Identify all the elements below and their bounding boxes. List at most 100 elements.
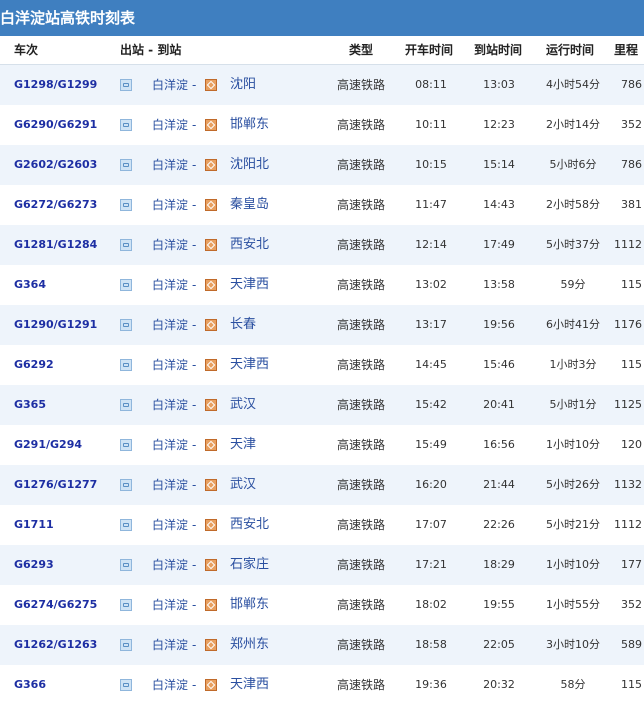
departure-time: 18:02: [415, 598, 447, 611]
pass-station-icon: [120, 559, 132, 571]
arrival-time: 17:49: [483, 238, 515, 251]
train-number-link[interactable]: G1298/G1299: [14, 65, 97, 105]
distance: 589: [621, 638, 642, 651]
train-number-link[interactable]: G6290/G6291: [14, 105, 97, 145]
arrival-station-link[interactable]: 武汉: [230, 465, 256, 505]
table-row: G366 白洋淀 - 天津西 高速铁路 19:36 20:32 58分 115: [0, 665, 644, 705]
train-type: 高速铁路: [337, 438, 386, 452]
departure-station-link[interactable]: 白洋淀: [152, 105, 188, 145]
pass-station-icon: [120, 519, 132, 531]
train-number-link[interactable]: G1290/G1291: [14, 305, 97, 345]
train-number-link[interactable]: G365: [14, 385, 46, 425]
departure-station-link[interactable]: 白洋淀: [152, 625, 188, 665]
travel-duration: 1小时3分: [549, 358, 597, 371]
header-departure: 开车时间: [405, 43, 454, 57]
pass-station-icon: [120, 279, 132, 291]
route-separator: -: [192, 478, 197, 492]
route-separator: -: [192, 558, 197, 572]
departure-station-link[interactable]: 白洋淀: [152, 585, 188, 625]
travel-duration: 59分: [560, 278, 586, 291]
arrival-station-link[interactable]: 沈阳: [230, 65, 256, 105]
departure-time: 17:21: [415, 558, 447, 571]
arrival-station-link[interactable]: 西安北: [230, 225, 269, 265]
departure-station-link[interactable]: 白洋淀: [152, 465, 188, 505]
travel-duration: 2小时58分: [546, 198, 600, 211]
pass-station-icon: [120, 639, 132, 651]
departure-time: 15:49: [415, 438, 447, 451]
arrival-station-link[interactable]: 天津西: [230, 345, 269, 385]
train-number-link[interactable]: G6292: [14, 345, 54, 385]
departure-station-link[interactable]: 白洋淀: [152, 145, 188, 185]
arrival-station-link[interactable]: 天津西: [230, 665, 269, 705]
table-row: G365 白洋淀 - 武汉 高速铁路 15:42 20:41 5小时1分 1125: [0, 385, 644, 425]
arrival-station-link[interactable]: 沈阳北: [230, 145, 269, 185]
terminal-station-icon: [205, 319, 217, 331]
train-number-link[interactable]: G1276/G1277: [14, 465, 97, 505]
pass-station-icon: [120, 319, 132, 331]
terminal-station-icon: [205, 119, 217, 131]
arrival-station-link[interactable]: 长春: [230, 305, 256, 345]
departure-station-link[interactable]: 白洋淀: [152, 225, 188, 265]
departure-station-link[interactable]: 白洋淀: [152, 425, 188, 465]
departure-station-link[interactable]: 白洋淀: [152, 385, 188, 425]
train-number-link[interactable]: G6274/G6275: [14, 585, 97, 625]
table-row: G1711 白洋淀 - 西安北 高速铁路 17:07 22:26 5小时21分 1112: [0, 505, 644, 545]
distance: 1125: [614, 398, 642, 411]
departure-station-link[interactable]: 白洋淀: [152, 265, 188, 305]
distance: 120: [621, 438, 642, 451]
departure-station-link[interactable]: 白洋淀: [152, 305, 188, 345]
arrival-station-link[interactable]: 邯郸东: [230, 105, 269, 145]
departure-station-link[interactable]: 白洋淀: [152, 65, 188, 105]
train-number-link[interactable]: G1711: [14, 505, 54, 545]
arrival-station-link[interactable]: 石家庄: [230, 545, 269, 585]
train-number-link[interactable]: G1262/G1263: [14, 625, 97, 665]
arrival-station-link[interactable]: 郑州东: [230, 625, 269, 665]
departure-station-link[interactable]: 白洋淀: [152, 345, 188, 385]
departure-station-link[interactable]: 白洋淀: [152, 185, 188, 225]
route-separator: -: [192, 118, 197, 132]
arrival-station-link[interactable]: 西安北: [230, 505, 269, 545]
departure-station-link[interactable]: 白洋淀: [152, 665, 188, 705]
train-number-link[interactable]: G366: [14, 665, 46, 705]
departure-station-link[interactable]: 白洋淀: [152, 545, 188, 585]
table-row: G6292 白洋淀 - 天津西 高速铁路 14:45 15:46 1小时3分 115: [0, 345, 644, 385]
pass-station-icon: [120, 159, 132, 171]
travel-duration: 5小时37分: [546, 238, 600, 251]
arrival-station-link[interactable]: 天津: [230, 425, 256, 465]
train-number-link[interactable]: G6293: [14, 545, 54, 585]
arrival-time: 19:55: [483, 598, 515, 611]
terminal-station-icon: [205, 639, 217, 651]
header-type: 类型: [349, 43, 374, 57]
train-number-link[interactable]: G364: [14, 265, 46, 305]
arrival-time: 18:29: [483, 558, 515, 571]
train-number-link[interactable]: G291/G294: [14, 425, 82, 465]
train-type: 高速铁路: [337, 558, 386, 572]
arrival-time: 22:26: [483, 518, 515, 531]
arrival-time: 15:46: [483, 358, 515, 371]
arrival-station-link[interactable]: 武汉: [230, 385, 256, 425]
table-row: G291/G294 白洋淀 - 天津 高速铁路 15:49 16:56 1小时10分 120: [0, 425, 644, 465]
terminal-station-icon: [205, 359, 217, 371]
train-number-link[interactable]: G6272/G6273: [14, 185, 97, 225]
train-number-link[interactable]: G1281/G1284: [14, 225, 97, 265]
route-separator: -: [192, 518, 197, 532]
terminal-station-icon: [205, 199, 217, 211]
distance: 115: [621, 678, 642, 691]
terminal-station-icon: [205, 279, 217, 291]
train-type: 高速铁路: [337, 598, 386, 612]
route-separator: -: [192, 158, 197, 172]
train-type: 高速铁路: [337, 478, 386, 492]
arrival-station-link[interactable]: 天津西: [230, 265, 269, 305]
train-type: 高速铁路: [337, 158, 386, 172]
arrival-station-link[interactable]: 邯郸东: [230, 585, 269, 625]
distance: 115: [621, 278, 642, 291]
arrival-time: 14:43: [483, 198, 515, 211]
arrival-station-link[interactable]: 秦皇岛: [230, 185, 269, 225]
terminal-station-icon: [205, 599, 217, 611]
pass-station-icon: [120, 199, 132, 211]
table-row: G2602/G2603 白洋淀 - 沈阳北 高速铁路 10:15 15:14 5小时6分 786: [0, 145, 644, 185]
departure-station-link[interactable]: 白洋淀: [152, 505, 188, 545]
arrival-time: 22:05: [483, 638, 515, 651]
travel-duration: 3小时10分: [546, 638, 600, 651]
train-number-link[interactable]: G2602/G2603: [14, 145, 97, 185]
